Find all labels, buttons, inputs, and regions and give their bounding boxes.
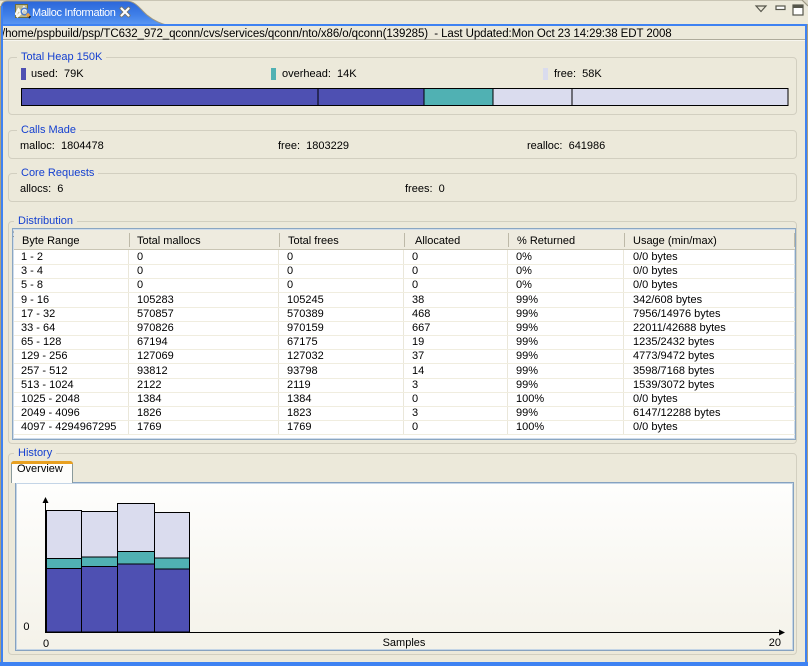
svg-text:0: 0 bbox=[43, 638, 49, 650]
svg-text:0: 0 bbox=[23, 621, 29, 633]
svg-text:Samples: Samples bbox=[383, 637, 426, 649]
svg-text:20: 20 bbox=[769, 637, 781, 649]
